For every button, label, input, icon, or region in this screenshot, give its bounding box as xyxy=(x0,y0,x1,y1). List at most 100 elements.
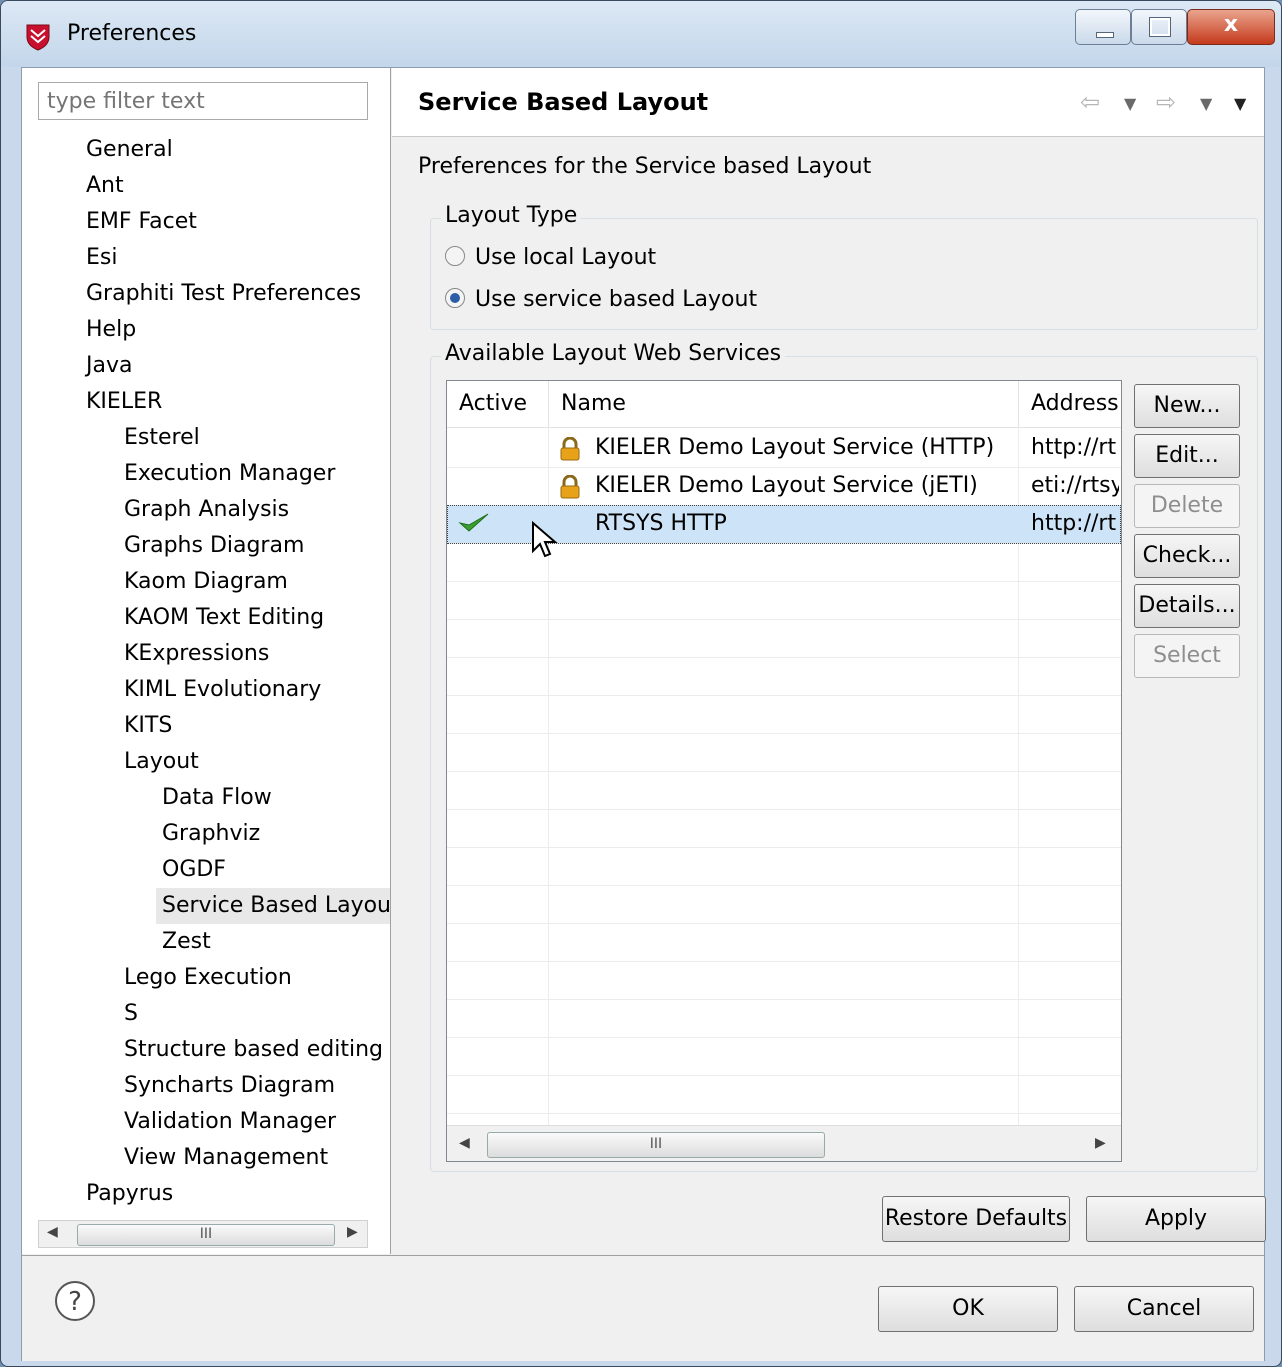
tree-item[interactable]: Execution Manager xyxy=(124,456,335,492)
close-icon: x xyxy=(1223,12,1239,37)
service-name: KIELER Demo Layout Service (jETI) xyxy=(595,473,978,498)
mouse-cursor-icon xyxy=(532,521,558,558)
radio-label: Use service based Layout xyxy=(475,287,758,312)
tree-item[interactable]: General xyxy=(86,132,173,168)
scroll-left-icon[interactable]: ◀ xyxy=(459,1135,470,1151)
page-title: Service Based Layout xyxy=(418,88,709,116)
scroll-right-icon[interactable]: ▶ xyxy=(1095,1135,1106,1151)
lock-icon xyxy=(560,437,580,461)
table-row[interactable]: KIELER Demo Layout Service (jETI) eti://r… xyxy=(447,467,1121,506)
tree-item[interactable]: Esterel xyxy=(124,420,200,456)
table-row[interactable] xyxy=(447,1075,1121,1114)
preference-tree-panel: GeneralAntEMF FacetEsiGraphiti Test Pref… xyxy=(22,68,391,1254)
minimize-icon xyxy=(1096,32,1114,38)
table-row[interactable] xyxy=(447,999,1121,1038)
details-button[interactable]: Details... xyxy=(1134,584,1240,628)
cancel-button[interactable]: Cancel xyxy=(1074,1286,1254,1332)
scroll-thumb[interactable]: III xyxy=(77,1224,335,1246)
table-row[interactable]: KIELER Demo Layout Service (HTTP) http://… xyxy=(447,429,1121,468)
tree-item[interactable]: Graphiti Test Preferences xyxy=(86,276,361,312)
tree-item[interactable]: Zest xyxy=(162,924,211,960)
page-header: Service Based Layout ⇦ ▼ ⇨ ▼ ▼ xyxy=(392,68,1264,137)
tree-item[interactable]: KIML Evolutionary xyxy=(124,672,321,708)
tree-item[interactable]: Esi xyxy=(86,240,117,276)
table-row[interactable] xyxy=(447,923,1121,962)
radio-local-layout[interactable]: Use local Layout xyxy=(445,243,656,273)
table-row[interactable] xyxy=(447,809,1121,848)
tree-item[interactable]: Ant xyxy=(86,168,124,204)
select-button[interactable]: Select xyxy=(1134,634,1240,678)
preference-page: Service Based Layout ⇦ ▼ ⇨ ▼ ▼ Preferenc… xyxy=(392,68,1266,1254)
page-description: Preferences for the Service based Layout xyxy=(418,154,872,179)
scroll-thumb[interactable]: III xyxy=(487,1132,825,1158)
apply-button[interactable]: Apply xyxy=(1086,1196,1266,1242)
lock-icon xyxy=(560,475,580,499)
tree-item[interactable]: Validation Manager xyxy=(124,1104,336,1140)
help-glyph: ? xyxy=(68,1287,82,1317)
column-header-name[interactable]: Name xyxy=(549,381,1019,427)
table-row[interactable] xyxy=(447,581,1121,620)
delete-button[interactable]: Delete xyxy=(1134,484,1240,528)
radio-icon[interactable] xyxy=(445,246,465,266)
ok-button[interactable]: OK xyxy=(878,1286,1058,1332)
back-arrow-icon[interactable]: ⇦ xyxy=(1080,88,1100,116)
column-header-active[interactable]: Active xyxy=(447,381,549,427)
tree-item[interactable]: KExpressions xyxy=(124,636,269,672)
tree-item[interactable]: Java xyxy=(86,348,132,384)
maximize-button[interactable] xyxy=(1131,9,1187,45)
edit-button[interactable]: Edit... xyxy=(1134,434,1240,478)
table-row[interactable] xyxy=(447,885,1121,924)
tree-item[interactable]: Service Based Layou xyxy=(156,888,390,924)
services-table[interactable]: Active Name Address KIELER Demo Layout S… xyxy=(446,380,1122,1162)
forward-dropdown-icon[interactable]: ▼ xyxy=(1200,94,1212,113)
tree-item[interactable]: Papyrus xyxy=(86,1176,173,1212)
table-row[interactable] xyxy=(447,733,1121,772)
tree-item[interactable]: Syncharts Diagram xyxy=(124,1068,335,1104)
close-button[interactable]: x xyxy=(1187,9,1275,45)
forward-arrow-icon[interactable]: ⇨ xyxy=(1156,88,1176,116)
table-row[interactable] xyxy=(447,657,1121,696)
group-label: Layout Type xyxy=(441,203,582,228)
tree-item[interactable]: Structure based editing xyxy=(124,1032,383,1068)
table-horizontal-scrollbar[interactable]: ◀ III ▶ xyxy=(447,1125,1121,1161)
minimize-button[interactable] xyxy=(1075,9,1131,45)
table-row[interactable] xyxy=(447,695,1121,734)
table-row[interactable] xyxy=(447,847,1121,886)
filter-input[interactable] xyxy=(38,82,368,120)
tree-item[interactable]: Graphs Diagram xyxy=(124,528,304,564)
tree-item[interactable]: Kaom Diagram xyxy=(124,564,288,600)
tree-item[interactable]: Layout xyxy=(124,744,199,780)
check-button[interactable]: Check... xyxy=(1134,534,1240,578)
tree-item[interactable]: EMF Facet xyxy=(86,204,197,240)
column-header-address[interactable]: Address xyxy=(1019,381,1121,427)
restore-defaults-button[interactable]: Restore Defaults xyxy=(882,1196,1070,1242)
view-menu-icon[interactable]: ▼ xyxy=(1234,94,1246,113)
tree-item[interactable]: Lego Execution xyxy=(124,960,292,996)
back-dropdown-icon[interactable]: ▼ xyxy=(1124,94,1136,113)
tree-item[interactable]: Help xyxy=(86,312,136,348)
table-header: Active Name Address xyxy=(447,381,1121,428)
radio-selected-icon[interactable] xyxy=(445,288,465,308)
tree-horizontal-scrollbar[interactable]: ◀ III ▶ xyxy=(38,1220,368,1248)
help-icon[interactable]: ? xyxy=(54,1280,96,1322)
scroll-right-icon[interactable]: ▶ xyxy=(347,1224,358,1240)
new-button[interactable]: New... xyxy=(1134,384,1240,428)
service-address: http://rt xyxy=(1031,435,1117,460)
tree-item[interactable]: View Management xyxy=(124,1140,328,1176)
table-row[interactable] xyxy=(447,961,1121,1000)
scroll-left-icon[interactable]: ◀ xyxy=(47,1224,58,1240)
tree-item[interactable]: KAOM Text Editing xyxy=(124,600,324,636)
tree-item[interactable]: Graphviz xyxy=(162,816,260,852)
active-check-icon[interactable] xyxy=(457,511,491,535)
tree-item[interactable]: OGDF xyxy=(162,852,226,888)
tree-item[interactable]: KIELER xyxy=(86,384,162,420)
tree-item[interactable]: KITS xyxy=(124,708,172,744)
title-bar[interactable]: Preferences x xyxy=(1,1,1281,67)
table-row[interactable] xyxy=(447,1037,1121,1076)
radio-service-layout[interactable]: Use service based Layout xyxy=(445,285,757,315)
tree-item[interactable]: Graph Analysis xyxy=(124,492,289,528)
tree-item[interactable]: Data Flow xyxy=(162,780,272,816)
table-row[interactable] xyxy=(447,771,1121,810)
tree-item[interactable]: S xyxy=(124,996,138,1032)
table-row[interactable] xyxy=(447,619,1121,658)
